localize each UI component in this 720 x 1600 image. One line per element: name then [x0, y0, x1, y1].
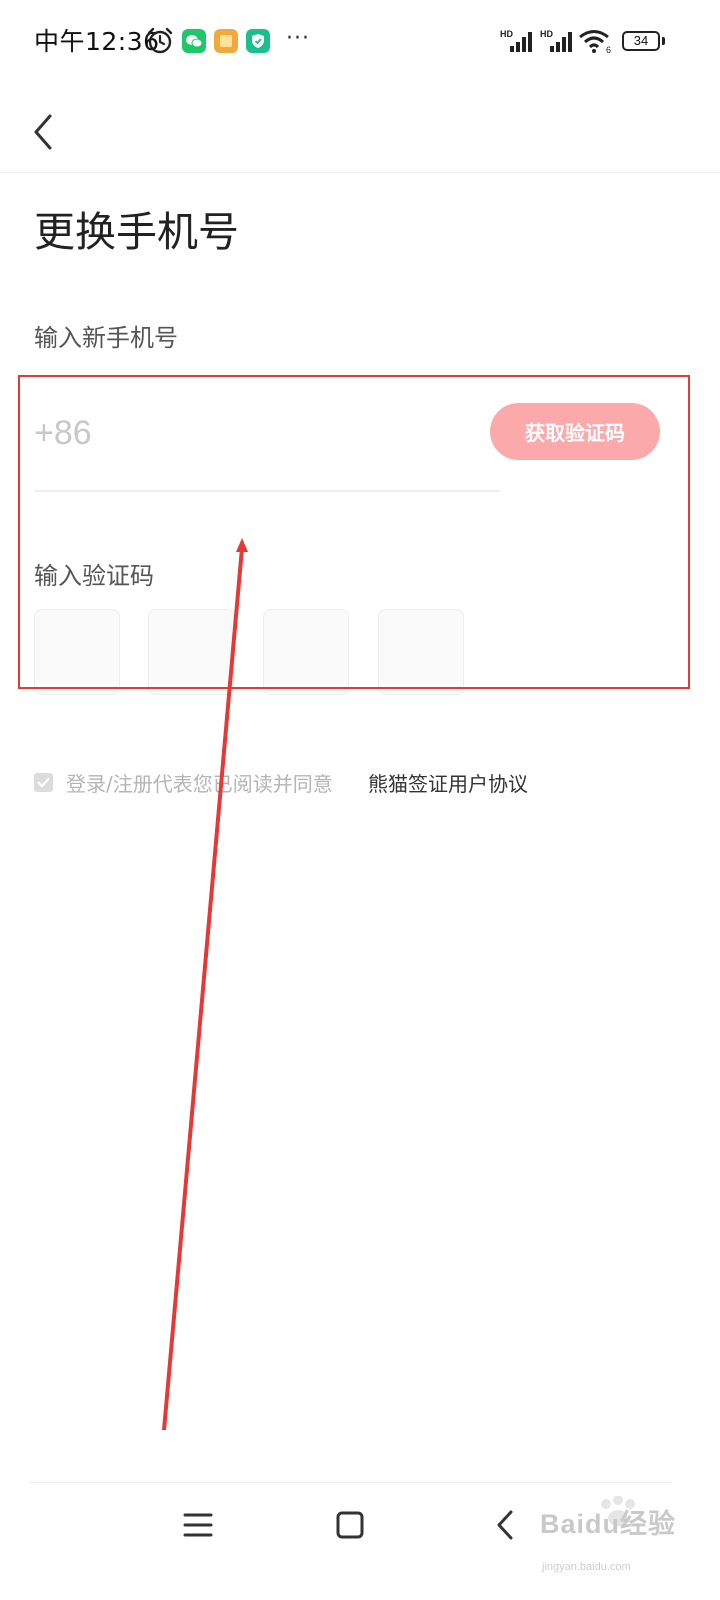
signal-label: HD [500, 29, 513, 39]
more-notifications-icon: ··· [286, 26, 310, 51]
signal-icon: HD [540, 29, 572, 52]
status-bar: 中午12:36 ··· HD HD 6 34 [0, 0, 720, 84]
menu-icon[interactable] [180, 1505, 216, 1545]
watermark-url: jingyan.baidu.com [542, 1561, 631, 1573]
battery-icon: 34 [622, 31, 660, 51]
signal-label: HD [540, 29, 553, 39]
back-chevron-icon[interactable] [26, 108, 66, 156]
watermark-text: Baidu经验 [540, 1509, 677, 1539]
nav-divider [30, 1482, 672, 1483]
wifi-icon: 6 [579, 30, 611, 54]
agreement-text: 登录/注册代表您已阅读并同意 [66, 772, 333, 796]
home-square-icon[interactable] [332, 1505, 368, 1545]
signal-icon: HD [500, 29, 532, 52]
user-agreement-link[interactable]: 熊猫签证用户协议 [368, 768, 528, 797]
status-time: 中午12:36 [34, 27, 160, 56]
note-icon [214, 29, 238, 53]
back-icon[interactable] [488, 1505, 524, 1545]
phone-label: 输入新手机号 [34, 324, 178, 352]
shield-icon [246, 29, 270, 53]
svg-text:6: 6 [606, 45, 611, 54]
check-icon [37, 777, 50, 788]
battery-tip [662, 37, 665, 45]
alarm-icon [147, 27, 173, 54]
wechat-icon [182, 29, 206, 53]
agreement-checkbox[interactable] [34, 773, 53, 792]
annotation-highlight-box [18, 375, 690, 689]
header-divider [0, 172, 720, 173]
page-title: 更换手机号 [34, 208, 239, 256]
